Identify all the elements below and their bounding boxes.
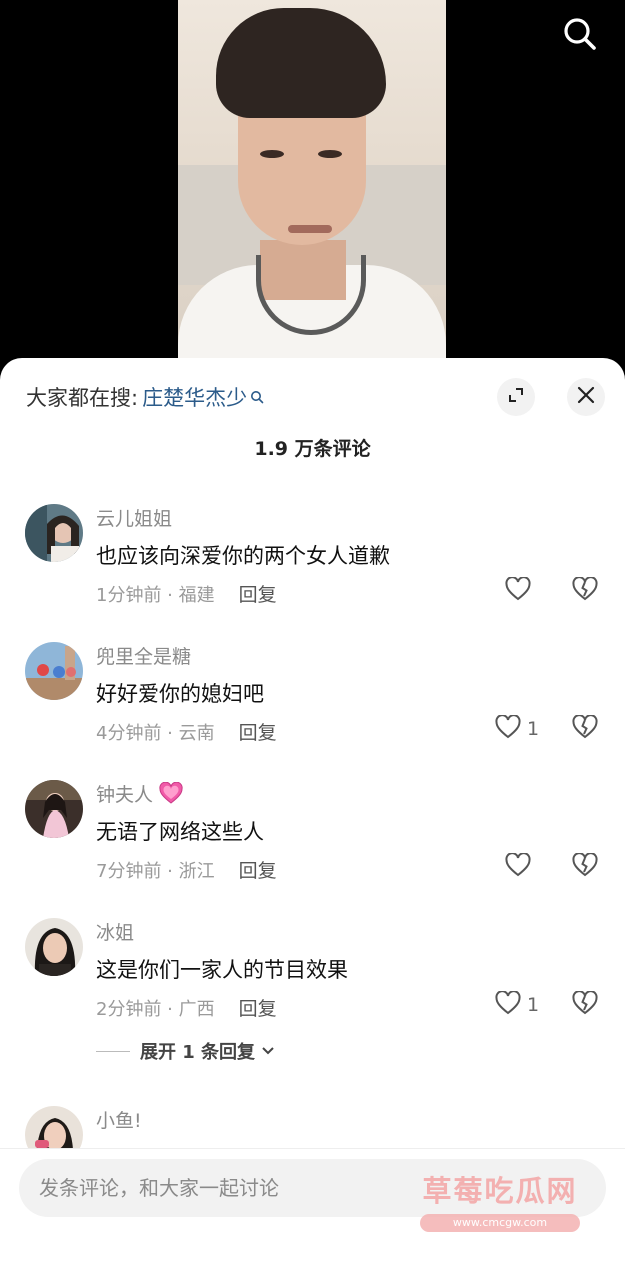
broken-heart-icon [572, 990, 598, 1019]
close-button[interactable] [567, 378, 605, 416]
watermark-text: 草莓吃瓜网 [422, 1174, 578, 1208]
fullscreen-button[interactable] [497, 378, 535, 416]
comment-item: 兜里全是糖 好好爱你的媳妇吧 4分钟前 · 云南 回复 1 [0, 638, 625, 758]
reply-button[interactable]: 回复 [239, 994, 277, 1021]
hot-search-prefix: 大家都在搜: [26, 386, 139, 410]
broken-heart-icon [572, 714, 598, 743]
expand-icon [506, 385, 526, 409]
heart-icon [495, 714, 521, 743]
avatar[interactable] [25, 504, 83, 562]
hot-search-term[interactable]: 庄楚华杰少 [142, 382, 247, 412]
comment-count: 1.9 万条评论 [254, 438, 371, 460]
broken-heart-icon [572, 576, 598, 605]
like-button[interactable]: 1 [495, 712, 539, 746]
like-button[interactable] [505, 850, 531, 884]
chevron-down-icon [261, 1046, 275, 1056]
reply-button[interactable]: 回复 [239, 580, 277, 607]
comment-text: 无语了网络这些人 [96, 820, 264, 844]
dislike-button[interactable] [570, 712, 600, 746]
search-button[interactable] [558, 14, 602, 58]
comment-meta: 1分钟前 · 福建 回复 [96, 580, 277, 607]
heart-icon [505, 576, 531, 605]
comment-username[interactable]: 兜里全是糖 [96, 642, 191, 669]
username-text: 云儿姐姐 [96, 508, 173, 530]
reply-button[interactable]: 回复 [239, 718, 277, 745]
avatar[interactable] [25, 918, 83, 976]
divider [96, 1050, 130, 1052]
comment-time-location: 1分钟前 · 福建 [96, 584, 215, 606]
comment-username[interactable]: 钟夫人 [96, 780, 183, 807]
watermark-url: www.cmcgw.com [420, 1214, 580, 1232]
comment-item: 冰姐 这是你们一家人的节目效果 2分钟前 · 广西 回复 1 [0, 914, 625, 1034]
comment-meta: 2分钟前 · 广西 回复 [96, 994, 277, 1021]
expand-replies-label: 展开 1 条回复 [140, 1042, 256, 1063]
comment-time-location: 4分钟前 · 云南 [96, 722, 215, 744]
comments-sheet: 大家都在搜: 庄楚华杰少 1.9 万条评论 云儿姐姐 也应该向深爱你的两个女人道… [0, 358, 625, 1280]
username-text: 兜里全是糖 [96, 646, 192, 668]
video-player[interactable] [0, 0, 625, 380]
close-icon [576, 385, 596, 409]
dislike-button[interactable] [570, 850, 600, 884]
like-count: 1 [527, 994, 540, 1016]
dislike-button[interactable] [570, 988, 600, 1022]
heart-icon [505, 852, 531, 881]
comment-item: 钟夫人 无语了网络这些人 7分钟前 · 浙江 回复 [0, 776, 625, 896]
like-button[interactable]: 1 [495, 988, 539, 1022]
like-button[interactable] [505, 574, 531, 608]
avatar[interactable] [25, 642, 83, 700]
hot-search-bar: 大家都在搜: 庄楚华杰少 [26, 380, 264, 414]
pink-heart-icon [159, 781, 183, 806]
like-count: 1 [527, 718, 540, 740]
dislike-button[interactable] [570, 574, 600, 608]
expand-replies-button[interactable]: 展开 1 条回复 [96, 1038, 275, 1064]
username-text: 钟夫人 [96, 784, 154, 806]
username-text: 小鱼! [96, 1110, 142, 1132]
comment-text: 好好爱你的媳妇吧 [96, 682, 264, 706]
comment-username[interactable]: 小鱼! [96, 1106, 142, 1133]
video-frame [178, 0, 446, 380]
comment-meta: 7分钟前 · 浙江 回复 [96, 856, 277, 883]
comment-username[interactable]: 冰姐 [96, 918, 134, 945]
username-text: 冰姐 [96, 922, 135, 944]
comment-time-location: 2分钟前 · 广西 [96, 998, 215, 1020]
search-icon [562, 16, 598, 56]
comment-time-location: 7分钟前 · 浙江 [96, 860, 215, 882]
comment-text: 也应该向深爱你的两个女人道歉 [96, 544, 390, 568]
comment-item: 云儿姐姐 也应该向深爱你的两个女人道歉 1分钟前 · 福建 回复 [0, 500, 625, 620]
avatar[interactable] [25, 780, 83, 838]
watermark: 草莓吃瓜网 www.cmcgw.com [400, 1168, 600, 1232]
search-small-icon [250, 390, 264, 404]
reply-button[interactable]: 回复 [239, 856, 277, 883]
comment-meta: 4分钟前 · 云南 回复 [96, 718, 277, 745]
comment-username[interactable]: 云儿姐姐 [96, 504, 172, 531]
heart-icon [495, 990, 521, 1019]
broken-heart-icon [572, 852, 598, 881]
comment-text: 这是你们一家人的节目效果 [96, 958, 348, 982]
